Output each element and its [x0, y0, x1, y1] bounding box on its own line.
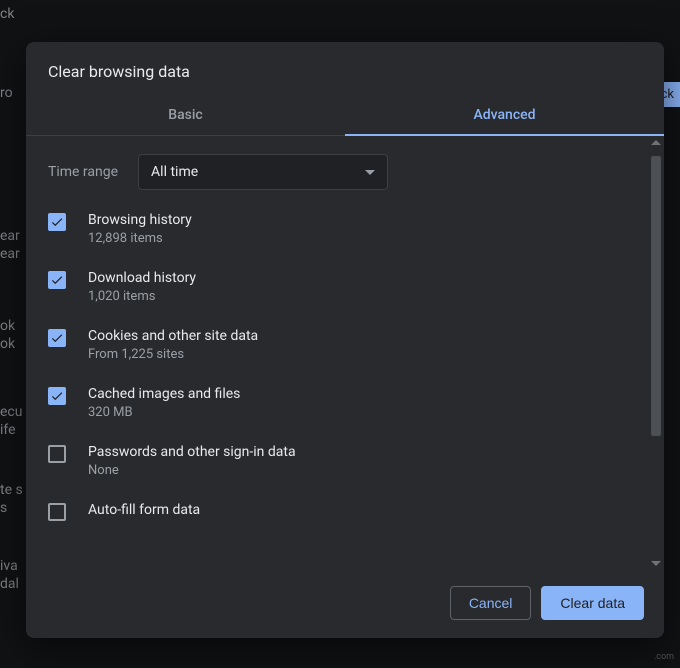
checkbox[interactable]	[48, 271, 66, 289]
content-area: Time range All time Browsing history 12,8…	[26, 136, 648, 570]
background-text: ecu	[0, 404, 22, 420]
scroll-thumb[interactable]	[651, 156, 661, 436]
background-text: iva	[0, 558, 18, 574]
tab-basic[interactable]: Basic	[26, 95, 345, 135]
time-range-dropdown[interactable]: All time	[138, 154, 388, 190]
item-subtitle: 320 MB	[88, 405, 240, 420]
background-text: dal	[0, 576, 19, 592]
background-text: te s	[0, 482, 23, 498]
background-text: ear	[0, 228, 20, 244]
background-text: ife	[0, 422, 16, 438]
scroll-up-icon[interactable]	[651, 140, 661, 145]
clear-browsing-data-dialog: Clear browsing data Basic Advanced Time …	[26, 42, 664, 638]
dialog-footer: Cancel Clear data	[26, 570, 664, 638]
item-title: Browsing history	[88, 212, 192, 228]
item-title: Download history	[88, 270, 196, 286]
item-title: Passwords and other sign-in data	[88, 444, 296, 460]
checkbox[interactable]	[48, 387, 66, 405]
tab-advanced[interactable]: Advanced	[345, 95, 664, 135]
list-item: Cookies and other site data From 1,225 si…	[48, 328, 626, 362]
item-text: Cached images and files 320 MB	[88, 386, 240, 420]
list-item: Auto-fill form data	[48, 502, 626, 521]
item-text: Passwords and other sign-in data None	[88, 444, 296, 478]
item-subtitle: From 1,225 sites	[88, 347, 258, 362]
cancel-button[interactable]: Cancel	[450, 586, 532, 620]
list-item: Passwords and other sign-in data None	[48, 444, 626, 478]
scrollbar[interactable]	[648, 136, 664, 570]
time-range-value: All time	[151, 164, 198, 180]
item-title: Cached images and files	[88, 386, 240, 402]
watermark: .com	[654, 652, 674, 662]
checkbox[interactable]	[48, 503, 66, 521]
item-title: Cookies and other site data	[88, 328, 258, 344]
item-subtitle: None	[88, 463, 296, 478]
background-text: ro	[0, 85, 13, 101]
list-item: Download history 1,020 items	[48, 270, 626, 304]
background-text: ear	[0, 246, 20, 262]
list-item: Cached images and files 320 MB	[48, 386, 626, 420]
item-text: Cookies and other site data From 1,225 si…	[88, 328, 258, 362]
background-text: ok	[0, 318, 15, 334]
checkbox[interactable]	[48, 329, 66, 347]
time-range-row: Time range All time	[48, 154, 626, 190]
tabs: Basic Advanced	[26, 95, 664, 136]
time-range-label: Time range	[48, 164, 118, 180]
item-text: Auto-fill form data	[88, 502, 200, 521]
chevron-down-icon	[365, 170, 375, 175]
dialog-title: Clear browsing data	[26, 42, 664, 95]
checkbox[interactable]	[48, 213, 66, 231]
background-text: ck	[0, 6, 14, 22]
dialog-body: Time range All time Browsing history 12,8…	[26, 136, 664, 570]
list-item: Browsing history 12,898 items	[48, 212, 626, 246]
item-text: Download history 1,020 items	[88, 270, 196, 304]
checkbox[interactable]	[48, 445, 66, 463]
clear-data-button[interactable]: Clear data	[541, 586, 644, 620]
scroll-down-icon[interactable]	[651, 561, 661, 566]
item-subtitle: 12,898 items	[88, 231, 192, 246]
item-text: Browsing history 12,898 items	[88, 212, 192, 246]
background-text: s	[0, 500, 7, 516]
item-subtitle: 1,020 items	[88, 289, 196, 304]
background-text: ok	[0, 336, 15, 352]
item-title: Auto-fill form data	[88, 502, 200, 518]
